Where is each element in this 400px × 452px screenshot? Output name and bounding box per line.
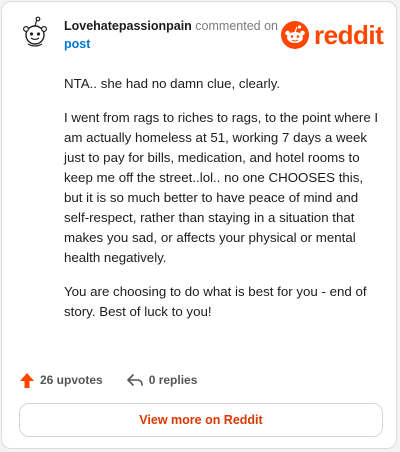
post-link[interactable]: post [64, 37, 90, 51]
comment-header: Lovehatepassionpain commented on post [64, 17, 284, 53]
comment-footer: 26 upvotes 0 replies [20, 368, 221, 392]
reddit-wordmark: reddit [314, 20, 384, 50]
view-more-button[interactable]: View more on Reddit [19, 403, 383, 437]
author-name[interactable]: Lovehatepassionpain [64, 19, 192, 33]
reply-count: 0 replies [148, 373, 198, 387]
commented-on-label: commented on [195, 19, 278, 33]
reddit-logo-icon [281, 21, 309, 49]
reddit-logo[interactable]: reddit [280, 20, 384, 50]
comment-body: NTA.. she had no damn clue, clearly. I w… [64, 74, 382, 336]
comment-paragraph-1: NTA.. she had no damn clue, clearly. [64, 76, 281, 91]
comment-paragraph-3: You are choosing to do what is best for … [64, 284, 367, 319]
snoo-avatar-icon [18, 15, 52, 49]
comment-paragraph-2: I went from rags to riches to rags, to t… [64, 110, 379, 265]
reply-arrow-icon [126, 374, 143, 386]
upvote-count: 26 upvotes [40, 373, 103, 387]
reply-stat[interactable]: 0 replies [126, 373, 198, 387]
upvote-stat[interactable]: 26 upvotes [20, 372, 103, 388]
upvote-arrow-icon [20, 372, 34, 388]
comment-card: Lovehatepassionpain commented on post re… [1, 1, 397, 449]
